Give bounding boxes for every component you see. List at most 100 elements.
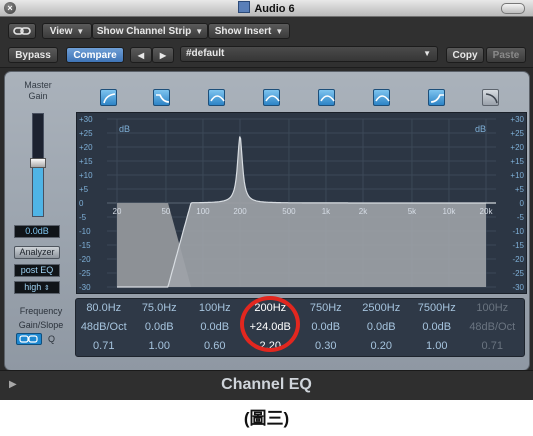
band-8-q-value[interactable]: 0.71 — [465, 337, 521, 356]
y-tick-label-right: +25 — [510, 129, 524, 138]
band-6-toggle[interactable] — [373, 89, 390, 106]
lowcut-icon — [103, 93, 116, 104]
band-3-gain-value[interactable]: 0.0dB — [187, 318, 243, 337]
master-gain-fill — [33, 167, 43, 216]
x-tick-label: 50 — [161, 207, 170, 216]
title-bar: × Audio 6 — [0, 0, 533, 17]
y-tick-label-left: +20 — [79, 143, 93, 152]
y-tick-label-right: -30 — [512, 283, 524, 292]
db-label-right: dB — [475, 124, 486, 134]
band-6-gain-value[interactable]: 0.0dB — [354, 318, 410, 337]
band-5-toggle[interactable] — [318, 89, 335, 106]
band-5-gain-value[interactable]: 0.0dB — [298, 318, 354, 337]
y-tick-label-left: -20 — [79, 255, 91, 264]
link-q-icon — [19, 335, 38, 343]
chevron-down-icon: ▼ — [423, 49, 431, 58]
y-tick-label-right: +30 — [510, 115, 524, 124]
y-tick-label-right: -10 — [512, 227, 524, 236]
bypass-button[interactable]: Bypass — [8, 47, 58, 63]
master-gain-value[interactable]: 0.0dB — [14, 225, 60, 238]
band-2-gain-value[interactable]: 0.0dB — [132, 318, 188, 337]
eq-graph[interactable]: +30 +30 +25 +25 +20 +20 +15 +15 +10 +10 +5 +5 0 0 -5 -5… — [76, 112, 527, 294]
band-1-toggle[interactable] — [100, 89, 117, 106]
x-tick-label: 5k — [408, 207, 417, 216]
master-gain-slider[interactable] — [30, 113, 46, 217]
show-insert-menu[interactable]: Show Insert ▼ — [208, 23, 290, 39]
band-1-freq-value[interactable]: 80.0Hz — [76, 299, 132, 318]
band-6-freq-value[interactable]: 2500Hz — [354, 299, 410, 318]
band-4-toggle[interactable] — [263, 89, 280, 106]
y-tick-label-right: -25 — [512, 269, 524, 278]
band-7-toggle[interactable] — [428, 89, 445, 106]
band-4-params: 200Hz +24.0dB 2.20 — [243, 299, 299, 356]
analyzer-mode-select[interactable]: post EQ — [14, 264, 60, 277]
band-4-gain-value[interactable]: +24.0dB — [243, 318, 299, 337]
band-2-freq-value[interactable]: 75.0Hz — [132, 299, 188, 318]
band-2-toggle[interactable] — [153, 89, 170, 106]
y-tick-label-right: +20 — [510, 143, 524, 152]
link-q-toggle[interactable] — [16, 333, 42, 345]
band-2-q-value[interactable]: 1.00 — [132, 337, 188, 356]
band-3-q-value[interactable]: 0.60 — [187, 337, 243, 356]
band-4-freq-value[interactable]: 200Hz — [243, 299, 299, 318]
band-1-gain-value[interactable]: 48dB/Oct — [76, 318, 132, 337]
compare-button[interactable]: Compare — [66, 47, 124, 63]
paste-button[interactable]: Paste — [486, 47, 526, 63]
toolbar-bottom: Bypass Compare ◀ ▶ #default ▼ Copy Paste — [0, 43, 533, 68]
x-tick-label: 500 — [282, 207, 296, 216]
band-parameters: 80.0Hz 48dB/Oct 0.71 75.0Hz 0.0dB 1.00 100Hz 0.… — [75, 298, 525, 357]
preset-menu[interactable]: #default ▼ — [180, 46, 438, 62]
band-5-freq-value[interactable]: 750Hz — [298, 299, 354, 318]
band-8-freq-value[interactable]: 100Hz — [465, 299, 521, 318]
band-8-gain-value[interactable]: 48dB/Oct — [465, 318, 521, 337]
band-2-params: 75.0Hz 0.0dB 1.00 — [132, 299, 188, 356]
master-gain-handle[interactable] — [30, 158, 46, 168]
y-tick-label-right: +10 — [510, 171, 524, 180]
y-tick-label-left: +25 — [79, 129, 93, 138]
analyzer-button[interactable]: Analyzer — [14, 246, 60, 259]
band-7-freq-value[interactable]: 7500Hz — [409, 299, 465, 318]
previous-preset-button[interactable]: ◀ — [130, 47, 152, 63]
band-7-q-value[interactable]: 1.00 — [409, 337, 465, 356]
bell-icon — [265, 95, 280, 102]
x-tick-label: 2k — [359, 207, 368, 216]
y-tick-label-left: +10 — [79, 171, 93, 180]
x-tick-label: 100 — [196, 207, 210, 216]
resolution-select[interactable]: high ⇕ — [14, 281, 60, 294]
next-preset-button[interactable]: ▶ — [152, 47, 174, 63]
y-tick-label-right: -15 — [512, 241, 524, 250]
view-menu[interactable]: View ▼ — [42, 23, 92, 39]
plugin-window: × Audio 6 View ▼ Show Channel Strip ▼ Show… — [0, 0, 533, 400]
band-7-gain-value[interactable]: 0.0dB — [409, 318, 465, 337]
x-tick-label: 20k — [480, 207, 494, 216]
bell-icon — [375, 95, 390, 102]
y-tick-label-right: -5 — [517, 213, 525, 222]
y-tick-label-right: 0 — [520, 199, 525, 208]
y-tick-label-right: +15 — [510, 157, 524, 166]
master-gain-label: Master Gain — [24, 80, 52, 101]
footer-bar: ▶ Channel EQ — [0, 370, 533, 400]
band-1-params: 80.0Hz 48dB/Oct 0.71 — [76, 299, 132, 356]
plugin-name: Channel EQ — [221, 376, 312, 393]
band-4-q-value[interactable]: 2.20 — [243, 337, 299, 356]
y-tick-label-left: -25 — [79, 269, 91, 278]
band-6-params: 2500Hz 0.0dB 0.20 — [354, 299, 410, 356]
band-6-q-value[interactable]: 0.20 — [354, 337, 410, 356]
y-tick-label-left: 0 — [79, 199, 84, 208]
y-tick-label-left: -30 — [79, 283, 91, 292]
band-3-toggle[interactable] — [208, 89, 225, 106]
toolbar-toggle-button[interactable] — [501, 3, 525, 14]
highcut-icon — [485, 93, 498, 104]
y-tick-label-left: +15 — [79, 157, 93, 166]
window-title: Audio 6 — [0, 1, 533, 15]
link-button[interactable] — [8, 23, 36, 39]
band-1-q-value[interactable]: 0.71 — [76, 337, 132, 356]
db-label-left: dB — [119, 124, 130, 134]
band-3-freq-value[interactable]: 100Hz — [187, 299, 243, 318]
copy-button[interactable]: Copy — [446, 47, 484, 63]
master-gain-section: Master Gain 0.0dB Analyzer post EQ high … — [10, 76, 66, 296]
band-8-toggle[interactable] — [482, 89, 499, 106]
band-5-q-value[interactable]: 0.30 — [298, 337, 354, 356]
show-channel-strip-menu[interactable]: Show Channel Strip ▼ — [92, 23, 208, 39]
band-7-params: 7500Hz 0.0dB 1.00 — [409, 299, 465, 356]
